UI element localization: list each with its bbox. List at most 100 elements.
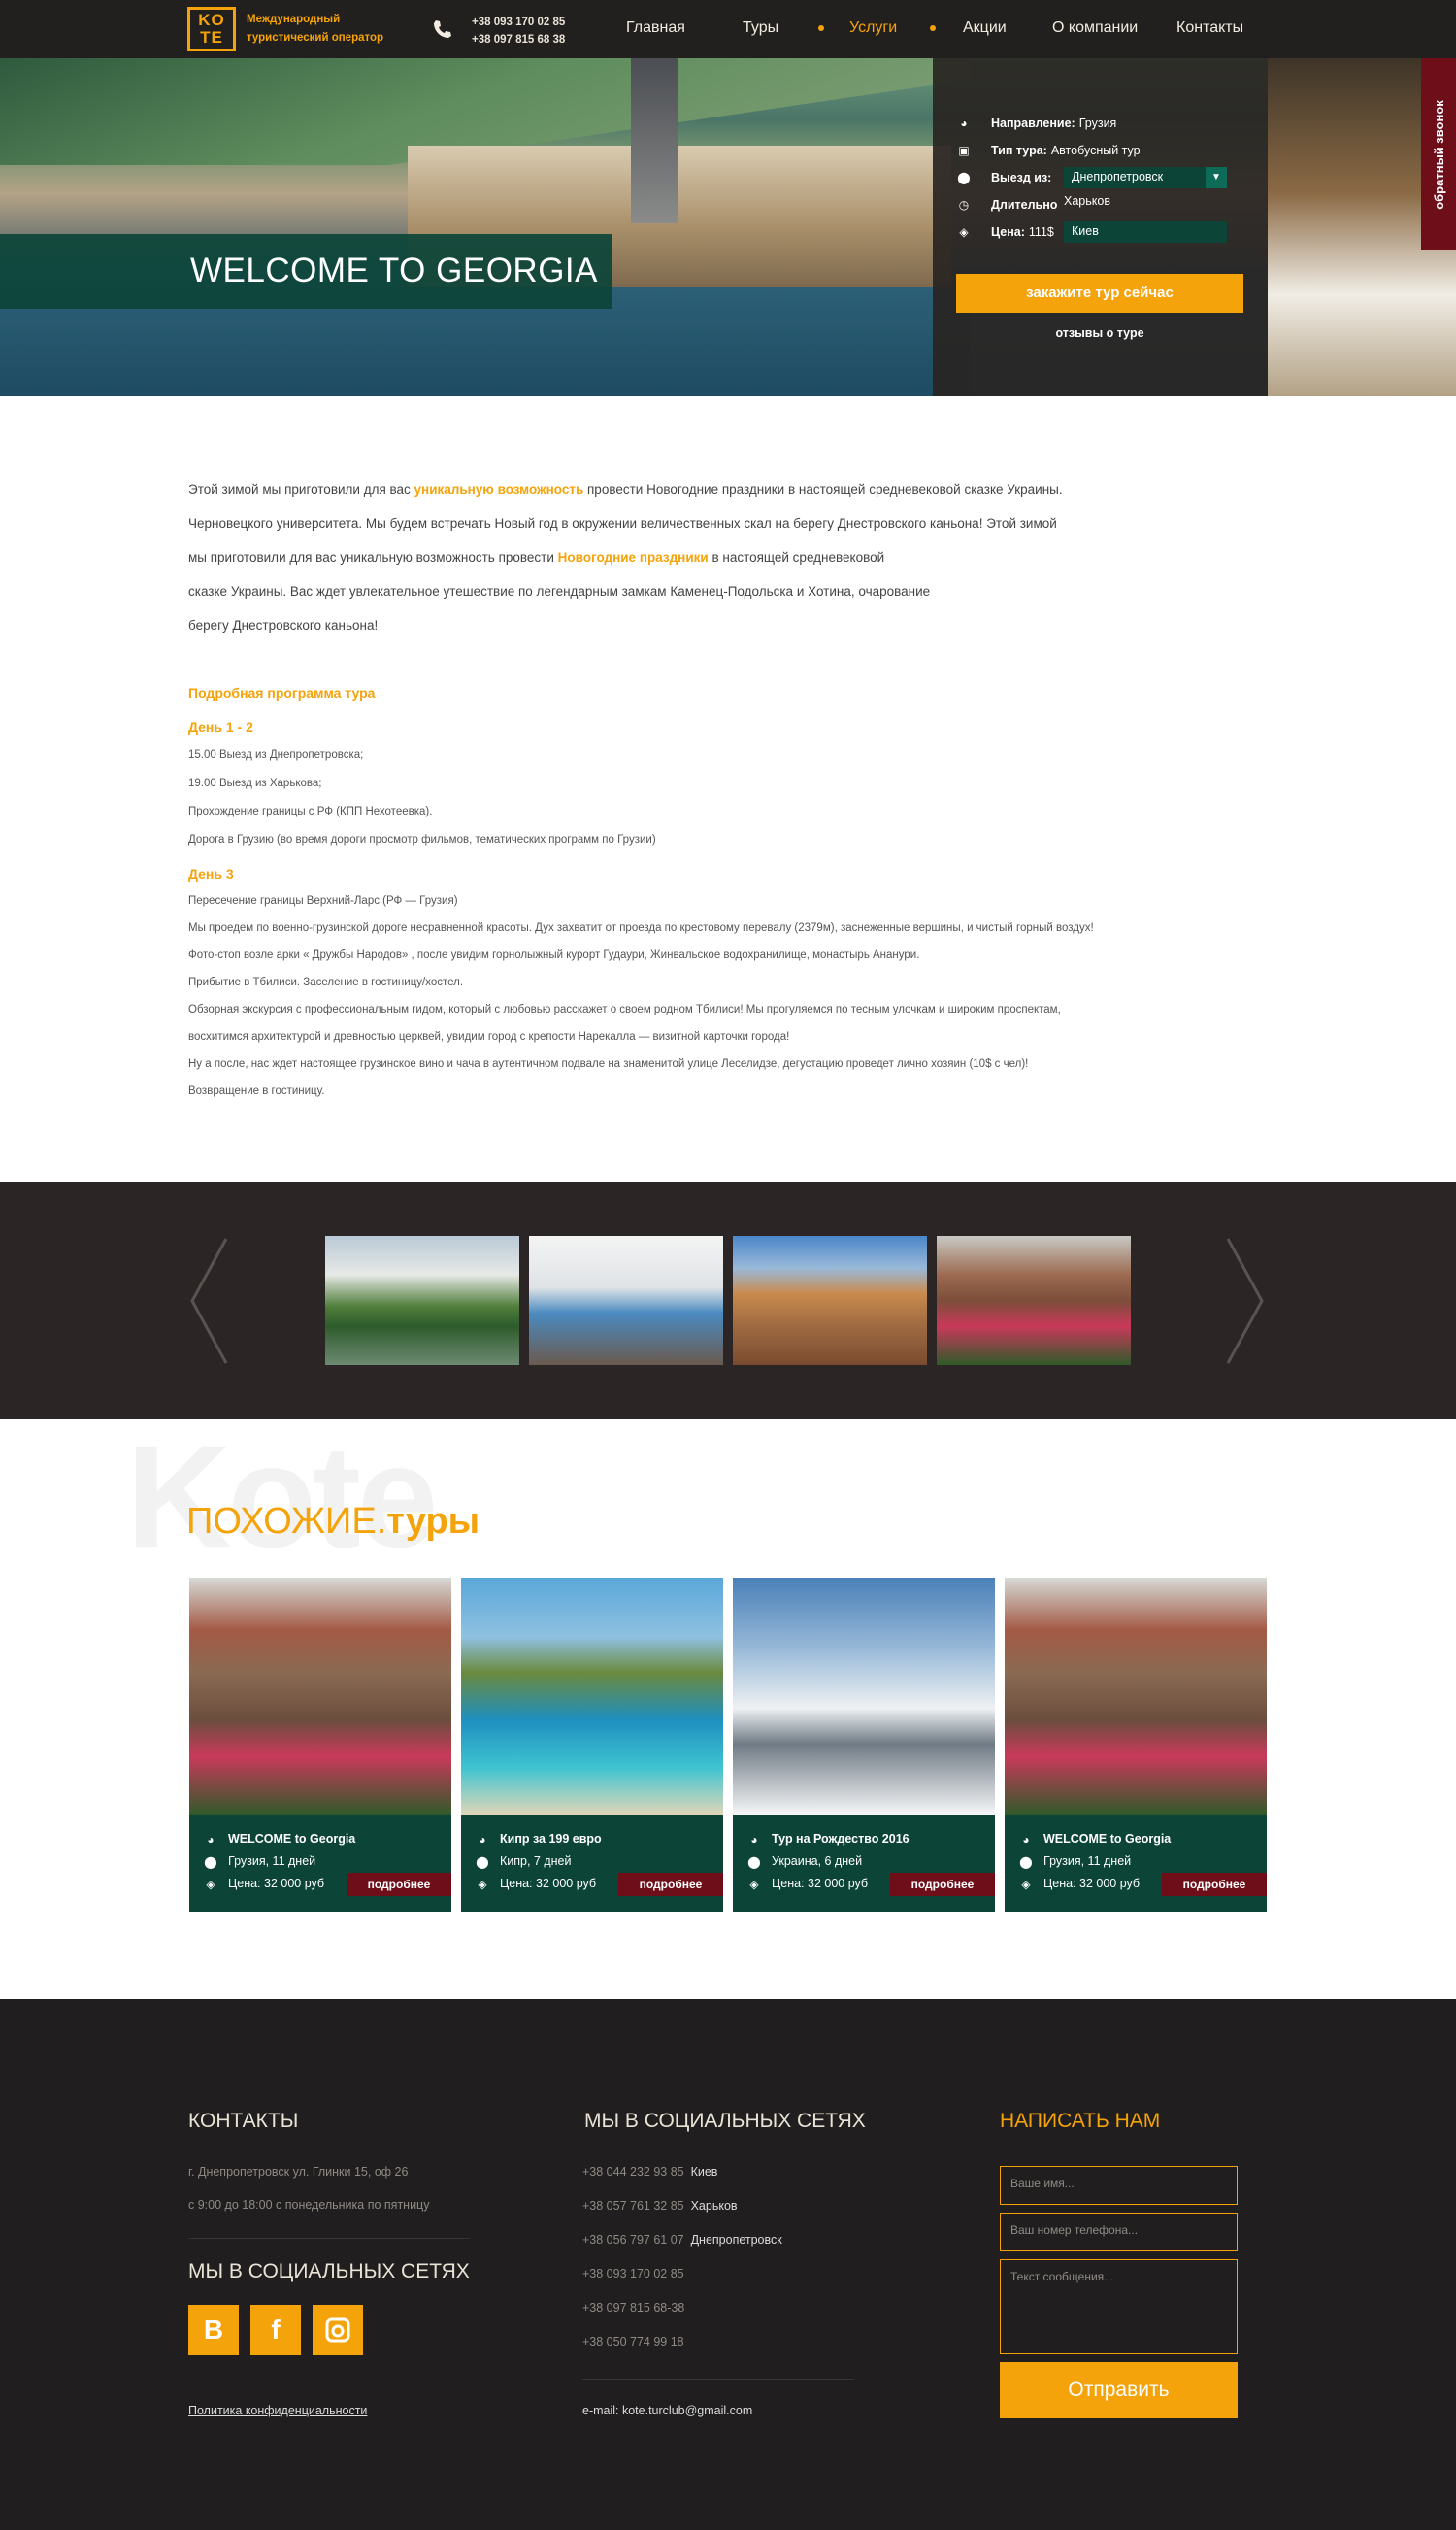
tour-card-image[interactable] <box>461 1578 723 1815</box>
header-phone-1[interactable]: +38 093 170 02 85 <box>472 14 565 31</box>
intro-highlight[interactable]: уникальную возможность <box>414 483 584 497</box>
gallery-photo-town[interactable] <box>733 1236 927 1365</box>
logo[interactable]: KO TE <box>187 7 236 51</box>
chevron-right-icon[interactable] <box>1226 1237 1265 1365</box>
tour-reviews-link[interactable]: отзывы о туре <box>956 326 1243 340</box>
globe-icon: ◕ <box>750 1833 758 1847</box>
footer-hours: с 9:00 до 18:00 с понедельника по пятниц… <box>188 2198 430 2212</box>
footer-phone[interactable]: +38 050 774 99 18 <box>582 2335 684 2348</box>
instagram-icon[interactable] <box>313 2305 363 2355</box>
tour-card-name[interactable]: Кипр за 199 евро <box>500 1832 602 1846</box>
location-pin-icon: ⬤ <box>957 171 971 184</box>
program-line: восхитимся архитектурой и древностью цер… <box>188 1031 790 1043</box>
tag-icon: ◈ <box>1021 1878 1031 1891</box>
tour-card-name[interactable]: Тур на Рождество 2016 <box>772 1832 910 1846</box>
nav-home[interactable]: Главная <box>626 19 685 37</box>
tag-icon: ◈ <box>749 1878 759 1891</box>
footer-phone[interactable]: +38 057 761 32 85 Харьков <box>582 2199 738 2213</box>
program-line: Возвращение в гостиницу. <box>188 1085 325 1097</box>
tour-type-value: Автобусный тур <box>1050 144 1141 157</box>
tour-card-more-button[interactable]: подробнее <box>347 1873 451 1896</box>
nav-about[interactable]: О компании <box>1052 19 1138 37</box>
program-line: Обзорная экскурсия с профессиональным ги… <box>188 1004 1061 1015</box>
departure-row: ⬤ Выезд из: <box>956 168 1055 187</box>
departure-select[interactable]: Днепропетровск <box>1064 167 1206 188</box>
tour-card-image[interactable] <box>733 1578 995 1815</box>
tour-card-image[interactable] <box>1005 1578 1267 1815</box>
gallery-photo-church[interactable] <box>937 1236 1131 1365</box>
footer-social-title-mid: МЫ В СОЦИАЛЬНЫХ СЕТЯХ <box>584 2110 866 2132</box>
phone-number: +38 056 797 61 07 <box>582 2233 684 2247</box>
globe-icon: ◕ <box>1022 1833 1030 1847</box>
program-title: Подробная программа тура <box>188 685 376 701</box>
facebook-icon[interactable]: f <box>250 2305 301 2355</box>
duration-row: ◷ Длительно <box>956 195 1061 215</box>
name-input[interactable]: Ваше имя... <box>1000 2166 1238 2205</box>
tagline-line1: Международный <box>247 14 341 25</box>
phone-input[interactable]: Ваш номер телефона... <box>1000 2213 1238 2251</box>
nav-promotions[interactable]: Акции <box>963 19 1007 37</box>
program-line: Пересечение границы Верхний-Ларс (РФ — Г… <box>188 895 458 907</box>
duration-label: Длительно <box>991 198 1058 212</box>
departure-option-kiev[interactable]: Киев <box>1064 221 1227 243</box>
tour-card[interactable]: ◕ Кипр за 199 евро ⬤ Кипр, 7 дней ◈ Цена… <box>461 1578 723 1912</box>
tour-card[interactable]: ◕ Тур на Рождество 2016 ⬤ Украина, 6 дне… <box>733 1578 995 1912</box>
callback-label[interactable]: обратный звонок <box>1421 58 1456 250</box>
tour-card-image[interactable] <box>189 1578 451 1815</box>
chevron-left-icon[interactable] <box>189 1237 228 1365</box>
location-pin-icon: ⬤ <box>1019 1855 1033 1869</box>
departure-label: Выезд из: <box>991 171 1052 184</box>
tour-card-price: Цена: 32 000 руб <box>1043 1877 1141 1890</box>
order-tour-button[interactable]: закажите тур сейчас <box>956 274 1243 313</box>
footer-phone[interactable]: +38 056 797 61 07 Днепропетровск <box>582 2233 782 2247</box>
tour-card-name[interactable]: WELCOME to Georgia <box>228 1832 355 1846</box>
program-line: Дорога в Грузию (во время дороги просмот… <box>188 834 656 846</box>
nav-tours[interactable]: Туры <box>743 19 778 37</box>
footer-email[interactable]: e-mail: kote.turclub@gmail.com <box>582 2404 752 2417</box>
intro-text: в настоящей средневековой <box>708 550 885 565</box>
similar-title-b: туры <box>386 1501 480 1542</box>
location-pin-icon: ⬤ <box>747 1855 761 1869</box>
send-button[interactable]: Отправить <box>1000 2362 1238 2418</box>
footer-phone[interactable]: +38 044 232 93 85 Киев <box>582 2165 717 2179</box>
phone-city: Днепропетровск <box>690 2233 782 2247</box>
direction-label: Направление: <box>991 117 1075 130</box>
globe-icon: ◕ <box>207 1833 215 1847</box>
privacy-policy-link[interactable]: Политика конфиденциальности <box>188 2404 367 2417</box>
hero-church-image <box>631 58 678 223</box>
program-line: Прибытие в Тбилиси. Заселение в гостиниц… <box>188 977 464 988</box>
gallery-photo-mountains[interactable] <box>325 1236 519 1365</box>
footer-divider <box>582 2379 854 2380</box>
departure-option-kharkiv[interactable]: Харьков <box>1064 194 1110 208</box>
footer-phone[interactable]: +38 093 170 02 85 <box>582 2267 684 2280</box>
tour-card[interactable]: ◕ WELCOME to Georgia ⬤ Грузия, 11 дней ◈… <box>1005 1578 1267 1912</box>
header-phone-2[interactable]: +38 097 815 68 38 <box>472 31 565 49</box>
nav-contacts[interactable]: Контакты <box>1176 19 1243 37</box>
tagline-line2: туристический оператор <box>247 32 384 44</box>
tag-icon: ◈ <box>478 1878 487 1891</box>
gallery-photo-hikers[interactable] <box>529 1236 723 1365</box>
vk-icon[interactable]: В <box>188 2305 239 2355</box>
price-row: ◈ Цена: 111$ <box>956 222 1053 242</box>
tour-info-panel: ◕ Направление: Грузия ▣ Тип тура: Автобу… <box>933 58 1268 396</box>
tour-card-location: Украина, 6 дней <box>772 1854 863 1868</box>
direction-row: ◕ Направление: Грузия <box>956 114 1116 133</box>
program-line: 19.00 Выезд из Харькова; <box>188 778 322 789</box>
location-pin-icon: ⬤ <box>204 1855 217 1869</box>
tour-card-location: Грузия, 11 дней <box>1043 1854 1132 1868</box>
tour-card-more-button[interactable]: подробнее <box>1162 1873 1267 1896</box>
message-textarea[interactable]: Текст сообщения... <box>1000 2259 1238 2354</box>
program-line: Прохождение границы с РФ (КПП Нехотеевка… <box>188 806 433 817</box>
intro-text: провести Новогодние праздники в настояще… <box>583 483 1063 497</box>
tour-card-more-button[interactable]: подробнее <box>618 1873 723 1896</box>
nav-services[interactable]: Услуги <box>849 19 897 37</box>
tour-card-name[interactable]: WELCOME to Georgia <box>1043 1832 1171 1846</box>
tour-card[interactable]: ◕ WELCOME to Georgia ⬤ Грузия, 11 дней ◈… <box>189 1578 451 1912</box>
logo-bottom: TE <box>200 28 223 47</box>
tour-card-more-button[interactable]: подробнее <box>890 1873 995 1896</box>
intro-highlight[interactable]: Новогодние праздники <box>558 550 709 565</box>
location-pin-icon: ⬤ <box>476 1855 489 1869</box>
footer-address: г. Днепропетровск ул. Глинки 15, оф 26 <box>188 2165 409 2179</box>
footer-phone[interactable]: +38 097 815 68-38 <box>582 2301 684 2314</box>
chevron-down-icon[interactable]: ▼ <box>1206 167 1227 188</box>
